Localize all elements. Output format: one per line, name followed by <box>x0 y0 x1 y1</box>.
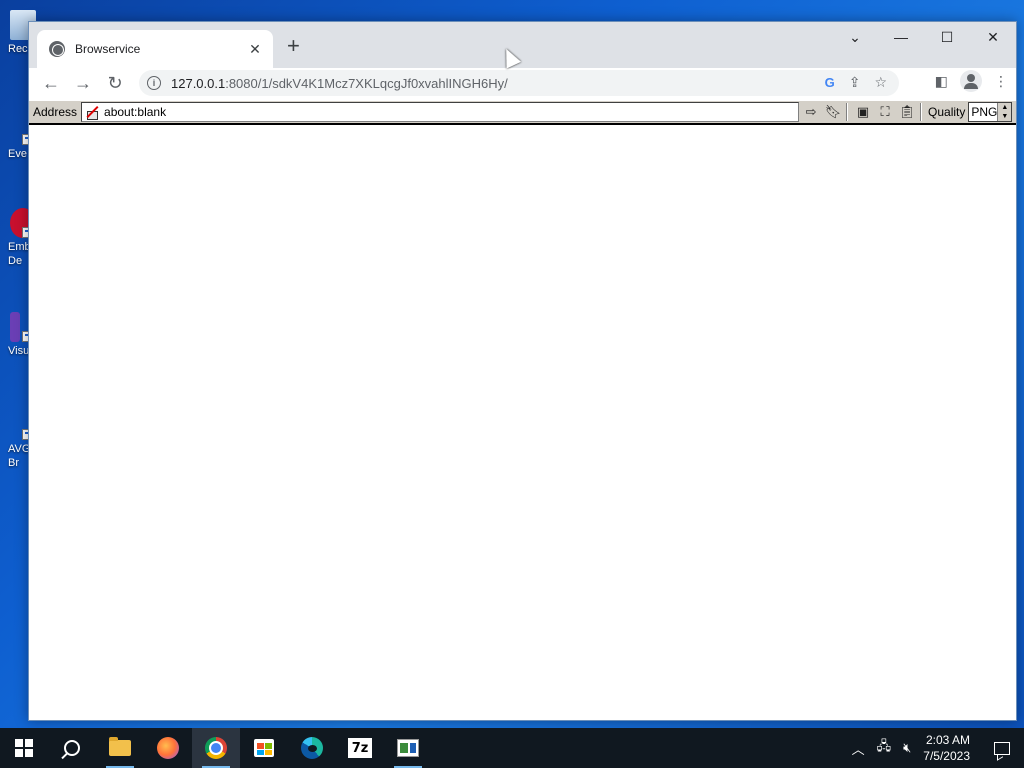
clipboard-icon[interactable]: 📋︎ <box>897 102 917 122</box>
page-content-blank[interactable] <box>29 127 1016 720</box>
toolbar-separator <box>920 103 923 121</box>
go-arrow-icon[interactable]: ⇨ <box>801 102 821 122</box>
browservice-toolbar: Address about:blank ⇨ 🔖︎ ▣ ⛶ 📋︎ Quality … <box>29 101 1016 125</box>
system-tray: ︿ 🖧︎ 🔇︎ 2:03 AM 7/5/2023 <box>846 728 1024 768</box>
chrome-icon <box>205 737 227 759</box>
firefox-icon <box>157 737 179 759</box>
browservice-address-field[interactable]: about:blank <box>81 102 800 122</box>
7zip-icon: 7z <box>348 738 372 758</box>
url-host: 127.0.0.1 <box>171 75 226 91</box>
desktop-icon-avg-browser[interactable]: AVG Br <box>0 410 33 470</box>
desktop-icon-recycle-bin[interactable]: Rec <box>0 10 36 56</box>
notification-icon <box>994 741 1010 755</box>
tab-title: Browservice <box>75 42 141 56</box>
store-icon <box>254 739 274 757</box>
globe-icon <box>49 41 65 57</box>
clock-time: 2:03 AM <box>925 733 970 747</box>
window-app-icon <box>397 739 419 757</box>
file-explorer-button[interactable] <box>96 728 144 768</box>
reload-button[interactable]: ↻ <box>99 69 131 97</box>
forward-button[interactable]: → <box>67 69 99 97</box>
url-path: :8080/1/sdkV4K1Mcz7XKLqcgJf0xvahlINGH6Hy… <box>225 75 508 91</box>
desktop-icon-label: Emb De <box>8 241 31 267</box>
bookmark-star-icon[interactable]: ☆ <box>874 74 887 91</box>
tab-browservice[interactable]: Browservice ✕ <box>37 30 273 68</box>
quality-spinner-icon[interactable]: ▲ ▼ <box>997 103 1012 121</box>
find-binoculars-icon[interactable]: ⛶ <box>875 102 895 122</box>
search-icon <box>64 740 80 756</box>
desktop-icon-label: Rec <box>8 43 28 55</box>
omnibox-url[interactable]: 127.0.0.1:8080/1/sdkV4K1Mcz7XKLqcgJf0xva… <box>171 76 508 91</box>
address-label: Address <box>33 105 78 119</box>
notifications-button[interactable] <box>980 728 1024 768</box>
chrome-window: Browservice ✕ + ⌄ — ☐ ✕ ← → ↻ i 127.0.0.… <box>28 21 1017 721</box>
new-tab-button[interactable]: + <box>287 35 300 57</box>
chrome-button[interactable] <box>192 728 240 768</box>
omnibox[interactable]: i 127.0.0.1:8080/1/sdkV4K1Mcz7XKLqcgJf0x… <box>139 70 899 96</box>
taskbar: 7z ︿ 🖧︎ 🔇︎ 2:03 AM 7/5/2023 <box>0 728 1024 768</box>
quality-value: PNG <box>971 105 998 119</box>
search-button[interactable] <box>48 728 96 768</box>
bookmark-icon[interactable]: 🔖︎ <box>823 102 843 122</box>
profile-avatar-icon[interactable] <box>960 70 982 92</box>
bookmarks-list-icon[interactable]: ▣ <box>853 102 873 122</box>
windows-logo-icon <box>15 739 33 757</box>
network-icon[interactable]: 🖧︎ <box>871 737 898 759</box>
minimize-button[interactable]: — <box>878 22 924 52</box>
address-value: about:blank <box>104 105 167 119</box>
store-button[interactable] <box>240 728 288 768</box>
side-panel-icon[interactable]: ◧ <box>935 73 948 90</box>
edge-icon <box>301 737 323 759</box>
quality-selector[interactable]: PNG ▲ ▼ <box>968 102 1013 122</box>
back-button[interactable]: ← <box>35 69 67 97</box>
desktop-icon-label: Visu <box>8 345 30 357</box>
quality-label: Quality <box>928 105 966 119</box>
app-button[interactable] <box>384 728 432 768</box>
close-window-button[interactable]: ✕ <box>970 22 1016 52</box>
google-lens-icon[interactable]: G <box>825 75 835 90</box>
desktop-icon-event[interactable]: Eve <box>0 115 33 161</box>
clock[interactable]: 2:03 AM 7/5/2023 <box>917 732 980 764</box>
7zip-button[interactable]: 7z <box>336 728 384 768</box>
firefox-button[interactable] <box>144 728 192 768</box>
site-info-icon[interactable]: i <box>147 76 161 90</box>
menu-kebab-icon[interactable]: ⋮ <box>994 73 1008 90</box>
tab-close-icon[interactable]: ✕ <box>247 41 263 58</box>
insecure-lock-icon <box>86 106 99 120</box>
share-icon[interactable]: ⇪ <box>849 74 861 91</box>
chrome-toolbar: ← → ↻ i 127.0.0.1:8080/1/sdkV4K1Mcz7XKLq… <box>29 68 1016 98</box>
visual-studio-icon <box>10 312 33 342</box>
clock-date: 7/5/2023 <box>923 749 970 763</box>
maximize-button[interactable]: ☐ <box>924 22 970 52</box>
show-hidden-icons-chevron-icon[interactable]: ︿ <box>846 739 871 758</box>
desktop-icon-embarcadero[interactable]: Emb De <box>0 208 36 268</box>
desktop-icon-label: Eve <box>8 148 27 160</box>
folder-icon <box>109 737 131 756</box>
desktop-icon-visual-studio[interactable]: Visu <box>0 312 33 358</box>
desktop-icon-label: AVG Br <box>8 443 31 469</box>
start-button[interactable] <box>0 728 48 768</box>
tab-strip: Browservice ✕ + ⌄ — ☐ ✕ <box>29 22 1016 68</box>
tab-search-button[interactable]: ⌄ <box>832 22 878 52</box>
toolbar-separator <box>846 103 849 121</box>
edge-button[interactable] <box>288 728 336 768</box>
volume-muted-icon[interactable]: 🔇︎ <box>897 740 917 756</box>
